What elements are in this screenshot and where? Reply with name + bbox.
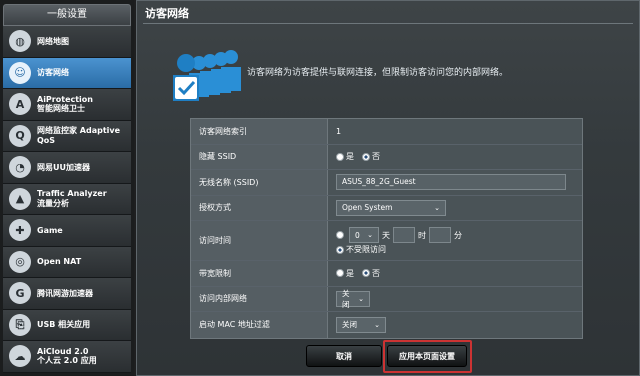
sidebar-item-label: Game bbox=[37, 225, 63, 235]
row-access-time: 访问时间 0 ⌄ 天 时 分 不受限访问 bbox=[191, 221, 582, 261]
sidebar-item[interactable]: ⎘ USB 相关应用 bbox=[3, 309, 131, 341]
minutes-input[interactable] bbox=[429, 227, 451, 243]
days-unit-label: 天 bbox=[382, 230, 390, 240]
sidebar-item-label: USB 相关应用 bbox=[37, 320, 91, 329]
chevron-down-icon: ⌄ bbox=[367, 231, 373, 239]
sidebar-item-label: Open NAT bbox=[37, 257, 82, 266]
row-intranet-access: 访问内部网络 关闭 ⌄ bbox=[191, 286, 582, 312]
sidebar-item[interactable]: ▲ Traffic Analyzer 流量分析 bbox=[3, 183, 131, 215]
days-select[interactable]: 0 ⌄ bbox=[349, 227, 379, 243]
apply-button[interactable]: 应用本页面设置 bbox=[387, 345, 467, 367]
traffic-analyzer-icon: ▲ bbox=[9, 187, 31, 210]
sidebar-header: 一般设置 bbox=[3, 4, 131, 26]
guest-network-icon: ☺ bbox=[9, 61, 31, 84]
open-nat-icon: ◎ bbox=[9, 250, 31, 273]
network-index-value: 1 bbox=[328, 119, 582, 144]
intranet-access-label: 访问内部网络 bbox=[191, 286, 328, 311]
title-divider bbox=[143, 23, 633, 24]
sidebar-item-label: 网络监控家 Adaptive QoS bbox=[37, 126, 121, 145]
auth-method-label: 授权方式 bbox=[191, 195, 328, 220]
row-bandwidth: 带宽限制 是 否 bbox=[191, 261, 582, 287]
tencent-game-accelerator-icon: G bbox=[9, 282, 31, 305]
sidebar-item[interactable]: G 腾讯网游加速器 bbox=[3, 278, 131, 310]
uu-accelerator-icon: ◔ bbox=[9, 156, 31, 179]
bandwidth-yes-radio[interactable]: 是 bbox=[336, 268, 354, 279]
guest-network-form: 访客网络索引 1 隐藏 SSID 是 否 无线名称 (SSID) ASUS_88… bbox=[190, 118, 583, 339]
hide-ssid-label: 隐藏 SSID bbox=[191, 144, 328, 169]
row-ssid: 无线名称 (SSID) ASUS_88_2G_Guest bbox=[191, 170, 582, 196]
usb-icon: ⎘ bbox=[9, 313, 31, 336]
hide-ssid-yes-radio[interactable]: 是 bbox=[336, 151, 354, 162]
sidebar-item[interactable]: ◔ 网易UU加速器 bbox=[3, 152, 131, 184]
row-auth-method: 授权方式 Open System ⌄ bbox=[191, 195, 582, 221]
sidebar-item[interactable]: ◍ 网络地图 bbox=[3, 26, 131, 58]
cancel-button[interactable]: 取消 bbox=[306, 345, 382, 367]
hours-input[interactable] bbox=[393, 227, 415, 243]
auth-method-select[interactable]: Open System ⌄ bbox=[336, 199, 446, 216]
ssid-label: 无线名称 (SSID) bbox=[191, 170, 328, 195]
sidebar-item-label: 网络地图 bbox=[37, 36, 69, 46]
sidebar-item-label: Traffic Analyzer 流量分析 bbox=[37, 189, 107, 208]
sidebar-item-label: 腾讯网游加速器 bbox=[37, 288, 93, 298]
network-index-label: 访客网络索引 bbox=[191, 119, 328, 144]
guest-users-icon bbox=[173, 50, 241, 101]
sidebar-item[interactable]: Q 网络监控家 Adaptive QoS bbox=[3, 120, 131, 152]
bandwidth-no-radio[interactable]: 否 bbox=[362, 268, 380, 279]
row-hide-ssid: 隐藏 SSID 是 否 bbox=[191, 144, 582, 170]
sidebar-item-label: 访客网络 bbox=[37, 68, 69, 77]
page-title: 访客网络 bbox=[145, 7, 189, 20]
chevron-down-icon: ⌄ bbox=[374, 320, 380, 329]
sidebar-item[interactable]: ✚ Game bbox=[3, 215, 131, 247]
sidebar-item[interactable]: ☺ 访客网络 bbox=[3, 57, 131, 89]
hide-ssid-no-radio[interactable]: 否 bbox=[362, 151, 380, 162]
row-network-index: 访客网络索引 1 bbox=[191, 119, 582, 145]
main-panel: 访客网络 访客网络为访客提供与联网连接，但限制访客访问您的内部网络。 访客网络索… bbox=[136, 0, 640, 376]
access-time-label: 访问时间 bbox=[191, 221, 328, 260]
globe-network-icon: ◍ bbox=[9, 30, 31, 53]
hours-unit-label: 时 bbox=[418, 230, 426, 240]
page-description: 访客网络为访客提供与联网连接，但限制访客访问您的内部网络。 bbox=[247, 68, 509, 78]
aiprotection-shield-icon: A bbox=[9, 93, 31, 116]
bandwidth-label: 带宽限制 bbox=[191, 261, 328, 286]
mac-filter-select[interactable]: 关闭 ⌄ bbox=[336, 316, 386, 333]
unlimited-access-radio[interactable]: 不受限访问 bbox=[336, 244, 454, 255]
sidebar-menu: ◍ 网络地图 ☺ 访客网络 A AiProtection 智能网络卫士 Q 网络监控家 Ada… bbox=[3, 26, 131, 373]
sidebar-item-label: 网易UU加速器 bbox=[37, 162, 90, 172]
row-mac-filter: 启动 MAC 地址过滤 关闭 ⌄ bbox=[191, 312, 582, 338]
ssid-input[interactable]: ASUS_88_2G_Guest bbox=[336, 174, 566, 191]
access-time-limited-radio[interactable] bbox=[336, 231, 344, 239]
sidebar: 一般设置 ◍ 网络地图 ☺ 访客网络 A AiProtection 智能网络卫士 Q 网络监控… bbox=[0, 0, 134, 376]
sidebar-item[interactable]: ☁ AiCloud 2.0 个人云 2.0 应用 bbox=[3, 341, 131, 373]
game-controller-icon: ✚ bbox=[9, 219, 31, 242]
sidebar-item-label: AiProtection 智能网络卫士 bbox=[37, 94, 93, 114]
sidebar-item[interactable]: ◎ Open NAT bbox=[3, 246, 131, 278]
minutes-unit-label: 分 bbox=[454, 230, 462, 240]
sidebar-item[interactable]: A AiProtection 智能网络卫士 bbox=[3, 89, 131, 121]
chevron-down-icon: ⌄ bbox=[358, 294, 364, 303]
sidebar-item-label: AiCloud 2.0 个人云 2.0 应用 bbox=[37, 346, 97, 366]
intranet-access-select[interactable]: 关闭 ⌄ bbox=[336, 289, 370, 309]
mac-filter-label: 启动 MAC 地址过滤 bbox=[191, 312, 328, 338]
qos-gauge-icon: Q bbox=[9, 124, 31, 147]
aicloud-icon: ☁ bbox=[9, 345, 31, 368]
chevron-down-icon: ⌄ bbox=[434, 203, 440, 212]
